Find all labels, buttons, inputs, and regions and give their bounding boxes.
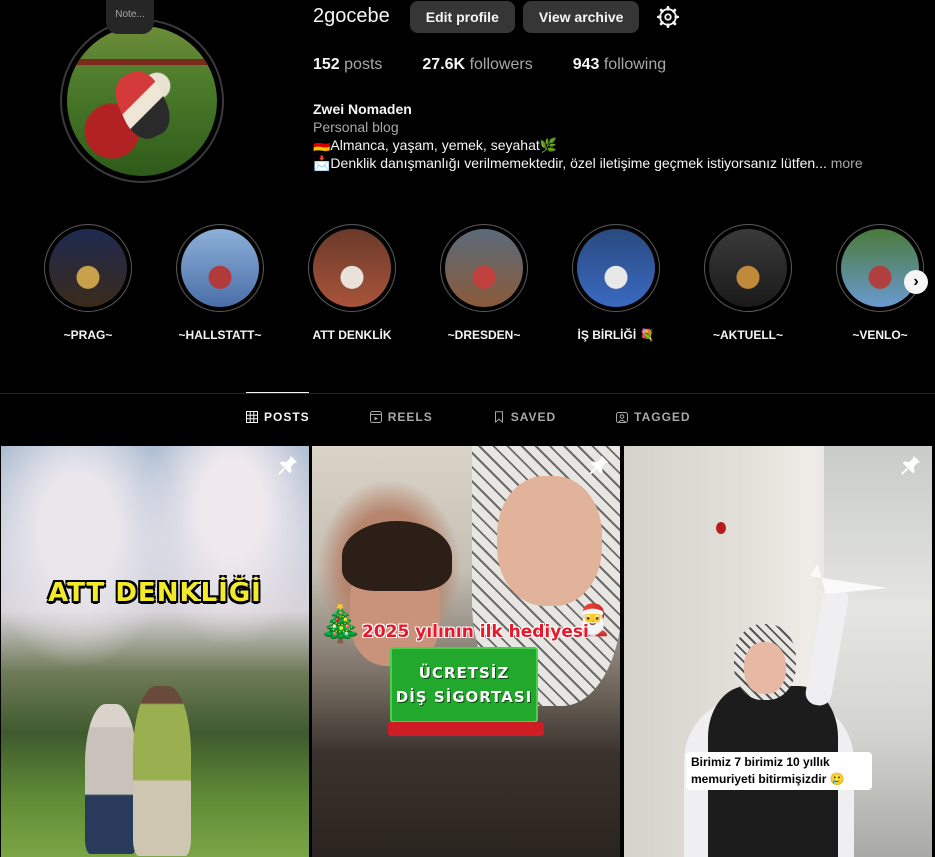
following-label: following [603, 56, 667, 73]
followers-count: 27.6K [422, 56, 466, 73]
highlight-label: ATT DENKLİK [312, 328, 392, 342]
profile-header: 2gocebe Edit profile View archive [313, 0, 680, 33]
post-tile[interactable]: Birimiz 7 birimiz 10 yıllık memuriyeti b… [624, 446, 932, 857]
pin-icon [589, 455, 609, 475]
highlight-ring [440, 224, 528, 312]
tab-posts[interactable]: POSTS [246, 410, 310, 424]
avatar-ring [60, 19, 224, 183]
highlight-ring [176, 224, 264, 312]
post-detail [716, 522, 726, 534]
pin-icon [901, 455, 921, 475]
profile-stats: 152 posts 27.6K followers 943 following [313, 56, 706, 74]
chevron-right-icon[interactable]: › [904, 270, 928, 294]
profile-bio: Zwei Nomaden Personal blog 🇩🇪Almanca, ya… [313, 100, 913, 172]
post-tile[interactable]: 🎄 🎅 2025 yılının ilk hediyesi ÜCRETSİZ D… [312, 446, 620, 857]
highlight-dresden[interactable]: ~DRESDEN~ [440, 224, 528, 342]
pin-icon [278, 455, 298, 475]
christmas-tree-icon: 🎄 [318, 603, 363, 644]
post-box-line-1: ÜCRETSİZ [418, 664, 510, 682]
edit-profile-button[interactable]: Edit profile [409, 0, 515, 33]
post-overlay-text: Birimiz 7 birimiz 10 yıllık memuriyeti b… [686, 752, 872, 790]
person-figure [133, 686, 191, 856]
highlight-cover [49, 229, 127, 307]
tab-label: POSTS [264, 410, 310, 424]
reels-icon [369, 411, 382, 423]
tagged-icon [616, 412, 629, 423]
post-figure [497, 476, 602, 606]
posts-grid: ATT DENKLİĞİ 🎄 🎅 2025 yılının ilk hediye… [0, 446, 935, 857]
avatar[interactable] [60, 19, 224, 183]
story-highlights: ~PRAG~ ~HALLSTATT~ ATT DENKLİK ~DRESDEN~… [44, 224, 935, 342]
highlight-label: ~DRESDEN~ [447, 328, 521, 342]
avatar-image [67, 26, 217, 176]
tab-label: SAVED [510, 410, 557, 424]
bio-line-2: 📩Denklik danışmanlığı verilmemektedir, ö… [313, 155, 827, 171]
bio-name: Zwei Nomaden [313, 101, 412, 117]
grid-icon [246, 411, 258, 423]
highlight-hallstatt[interactable]: ~HALLSTATT~ [176, 224, 264, 342]
tab-reels[interactable]: REELS [369, 410, 433, 424]
highlight-label: ~PRAG~ [63, 328, 113, 342]
posts-label: posts [344, 56, 383, 73]
following-count: 943 [572, 56, 600, 73]
bookmark-icon [494, 411, 503, 423]
posts-stat: 152 posts [313, 56, 382, 74]
ribbon-decoration [388, 722, 544, 736]
highlight-cover [181, 229, 259, 307]
highlight-ring [308, 224, 396, 312]
highlight-cover [313, 229, 391, 307]
post-overlay-text: ATT DENKLİĞİ [48, 578, 262, 608]
view-archive-button[interactable]: View archive [522, 0, 640, 33]
tabs-divider [0, 393, 935, 394]
person-figure [85, 704, 137, 854]
post-overlay-text: 2025 yılının ilk hediyesi [362, 622, 589, 642]
bio-line-1: 🇩🇪Almanca, yaşam, yemek, seyahat🌿 [313, 137, 558, 153]
followers-stat[interactable]: 27.6K followers [422, 56, 532, 74]
highlight-ring [44, 224, 132, 312]
bio-category: Personal blog [313, 119, 399, 135]
post-figure [744, 642, 786, 694]
profile-page: Note... 2gocebe Edit profile View archiv… [0, 0, 935, 857]
post-tile[interactable]: ATT DENKLİĞİ [1, 446, 309, 857]
note-bubble[interactable]: Note... [106, 0, 154, 34]
highlight-att-denklik[interactable]: ATT DENKLİK [308, 224, 396, 342]
followers-label: followers [469, 56, 533, 73]
tab-saved[interactable]: SAVED [493, 410, 556, 424]
highlight-label: ~AKTUELL~ [712, 328, 783, 342]
posts-count: 152 [313, 56, 340, 73]
post-label-box: ÜCRETSİZ DİŞ SİGORTASI [390, 647, 538, 723]
highlight-ring [836, 224, 924, 312]
highlight-ring [704, 224, 792, 312]
highlight-cover [577, 229, 655, 307]
tab-label: REELS [387, 410, 433, 424]
highlight-label: ~VENLO~ [852, 328, 908, 342]
bio-more-link[interactable]: more [831, 155, 863, 171]
following-stat[interactable]: 943 following [573, 56, 666, 74]
highlight-ring [572, 224, 660, 312]
post-box-line-2: DİŞ SİGORTASI [395, 688, 533, 706]
bio-line-2-wrap: 📩Denklik danışmanlığı verilmemektedir, ö… [313, 154, 913, 172]
highlight-prag[interactable]: ~PRAG~ [44, 224, 132, 342]
highlight-cover [709, 229, 787, 307]
gear-icon[interactable] [657, 5, 680, 28]
highlight-is-birligi[interactable]: İŞ BİRLİĞİ 💐 [572, 224, 660, 342]
tab-label: TAGGED [634, 410, 691, 424]
post-figure [342, 521, 452, 591]
highlight-label: İŞ BİRLİĞİ 💐 [577, 328, 655, 342]
tab-tagged[interactable]: TAGGED [616, 410, 690, 424]
profile-tabs: POSTS REELS SAVED TAGGED [246, 410, 751, 424]
highlight-cover [445, 229, 523, 307]
highlight-aktuell[interactable]: ~AKTUELL~ [704, 224, 792, 342]
active-tab-indicator [246, 392, 309, 393]
highlight-label: ~HALLSTATT~ [178, 328, 262, 342]
username: 2gocebe [313, 5, 390, 27]
highlight-cover [841, 229, 919, 307]
